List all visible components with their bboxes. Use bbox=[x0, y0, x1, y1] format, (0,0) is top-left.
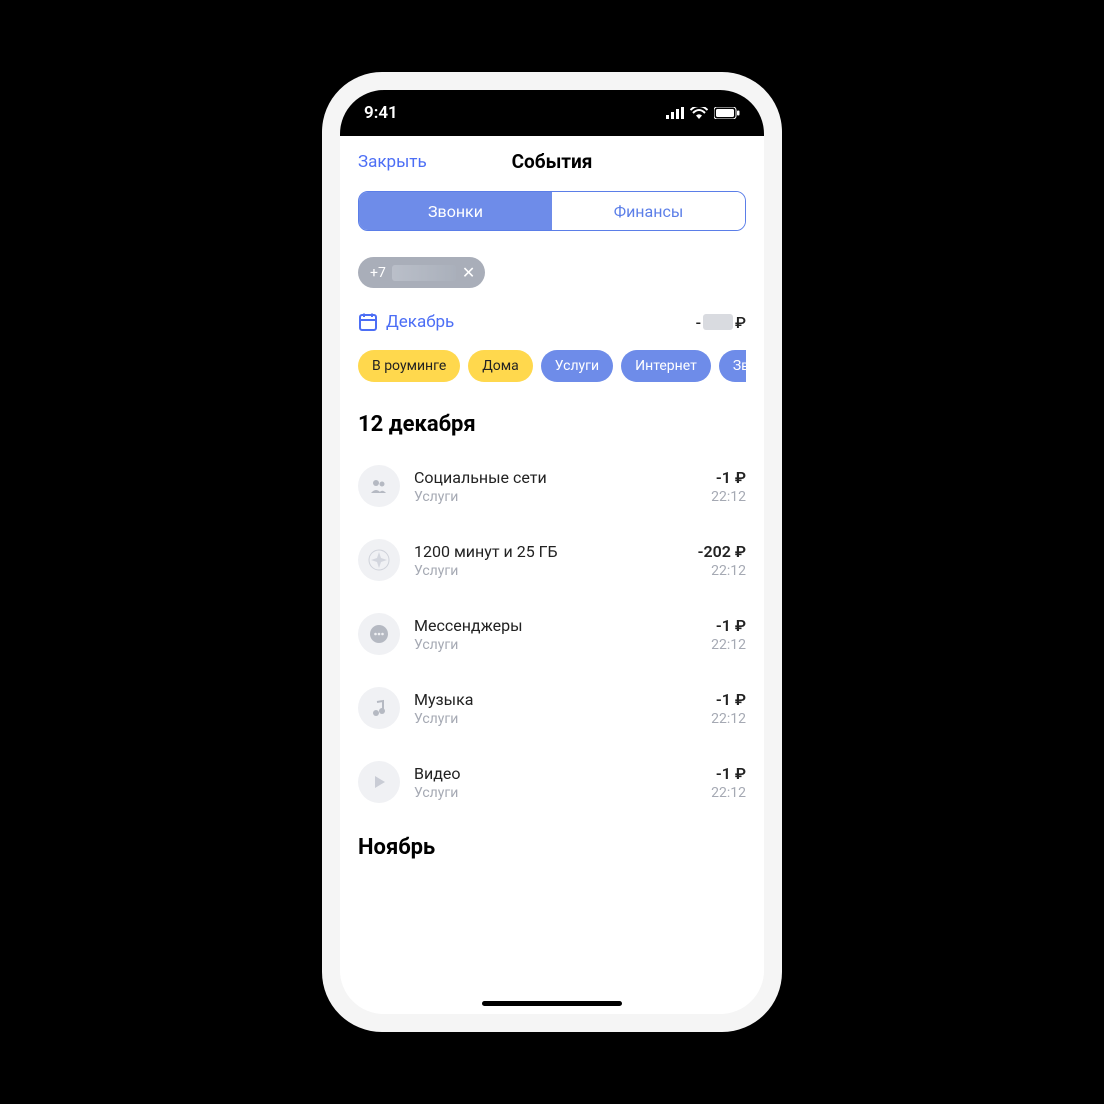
chip-internet[interactable]: Интернет bbox=[621, 350, 711, 382]
battery-icon bbox=[714, 107, 740, 119]
item-amount: -1 ₽ bbox=[711, 616, 746, 635]
tab-calls[interactable]: Звонки bbox=[359, 192, 552, 230]
phone-frame: 9:41 Закрыть События Звонки bbox=[322, 72, 782, 1032]
item-title: Музыка bbox=[414, 690, 711, 709]
amount-redacted bbox=[703, 314, 733, 330]
plan-icon bbox=[358, 539, 400, 581]
segmented-control: Звонки Финансы bbox=[358, 191, 746, 231]
notch bbox=[447, 90, 657, 122]
month-selector[interactable]: Декабрь bbox=[358, 312, 454, 332]
month-total: - ₽ bbox=[696, 313, 746, 332]
month-selector-row: Декабрь - ₽ bbox=[358, 312, 746, 332]
month-label: Декабрь bbox=[386, 312, 454, 332]
item-title: Мессенджеры bbox=[414, 616, 711, 635]
list-item[interactable]: 1200 минут и 25 ГБ Услуги -202 ₽ 22:12 bbox=[358, 539, 746, 581]
section-header-nov: Ноябрь bbox=[358, 835, 746, 860]
phone-redacted bbox=[392, 265, 456, 281]
chip-services[interactable]: Услуги bbox=[541, 350, 613, 382]
chat-icon bbox=[358, 613, 400, 655]
filter-chips[interactable]: В роуминге Дома Услуги Интернет Звонк bbox=[358, 350, 746, 382]
people-icon bbox=[358, 465, 400, 507]
close-button[interactable]: Закрыть bbox=[358, 152, 427, 172]
item-amount: -202 ₽ bbox=[698, 542, 746, 561]
item-subtitle: Услуги bbox=[414, 637, 711, 653]
phone-prefix: +7 bbox=[370, 265, 386, 281]
chip-roaming[interactable]: В роуминге bbox=[358, 350, 460, 382]
list-item[interactable]: Музыка Услуги -1 ₽ 22:12 bbox=[358, 687, 746, 729]
item-time: 22:12 bbox=[711, 637, 746, 653]
item-title: Социальные сети bbox=[414, 468, 711, 487]
item-subtitle: Услуги bbox=[414, 711, 711, 727]
section-header-dec12: 12 декабря bbox=[358, 412, 746, 437]
ruble-sign: ₽ bbox=[735, 313, 746, 332]
item-amount: -1 ₽ bbox=[711, 690, 746, 709]
status-indicators bbox=[666, 107, 740, 119]
chip-calls[interactable]: Звонк bbox=[719, 350, 746, 382]
list-item[interactable]: Мессенджеры Услуги -1 ₽ 22:12 bbox=[358, 613, 746, 655]
music-icon bbox=[358, 687, 400, 729]
item-title: Видео bbox=[414, 764, 711, 783]
wifi-icon bbox=[690, 107, 708, 119]
page-title: События bbox=[512, 150, 593, 173]
nav-bar: Закрыть События bbox=[358, 136, 746, 191]
signal-icon bbox=[666, 107, 684, 119]
tab-finance[interactable]: Финансы bbox=[552, 192, 745, 230]
close-icon[interactable]: ✕ bbox=[462, 263, 475, 282]
list-item[interactable]: Видео Услуги -1 ₽ 22:12 bbox=[358, 761, 746, 803]
phone-number-chip[interactable]: +7 ✕ bbox=[358, 257, 485, 288]
calendar-icon bbox=[358, 312, 378, 332]
phone-screen: 9:41 Закрыть События Звонки bbox=[340, 90, 764, 1014]
item-subtitle: Услуги bbox=[414, 489, 711, 505]
home-indicator[interactable] bbox=[482, 1001, 622, 1006]
item-time: 22:12 bbox=[711, 785, 746, 801]
list-item[interactable]: Социальные сети Услуги -1 ₽ 22:12 bbox=[358, 465, 746, 507]
play-icon bbox=[358, 761, 400, 803]
item-amount: -1 ₽ bbox=[711, 468, 746, 487]
item-time: 22:12 bbox=[711, 489, 746, 505]
item-title: 1200 минут и 25 ГБ bbox=[414, 542, 698, 561]
item-time: 22:12 bbox=[698, 563, 746, 579]
item-time: 22:12 bbox=[711, 711, 746, 727]
status-time: 9:41 bbox=[364, 103, 398, 123]
amount-prefix: - bbox=[696, 313, 701, 332]
item-subtitle: Услуги bbox=[414, 785, 711, 801]
chip-home[interactable]: Дома bbox=[468, 350, 533, 382]
item-subtitle: Услуги bbox=[414, 563, 698, 579]
item-amount: -1 ₽ bbox=[711, 764, 746, 783]
